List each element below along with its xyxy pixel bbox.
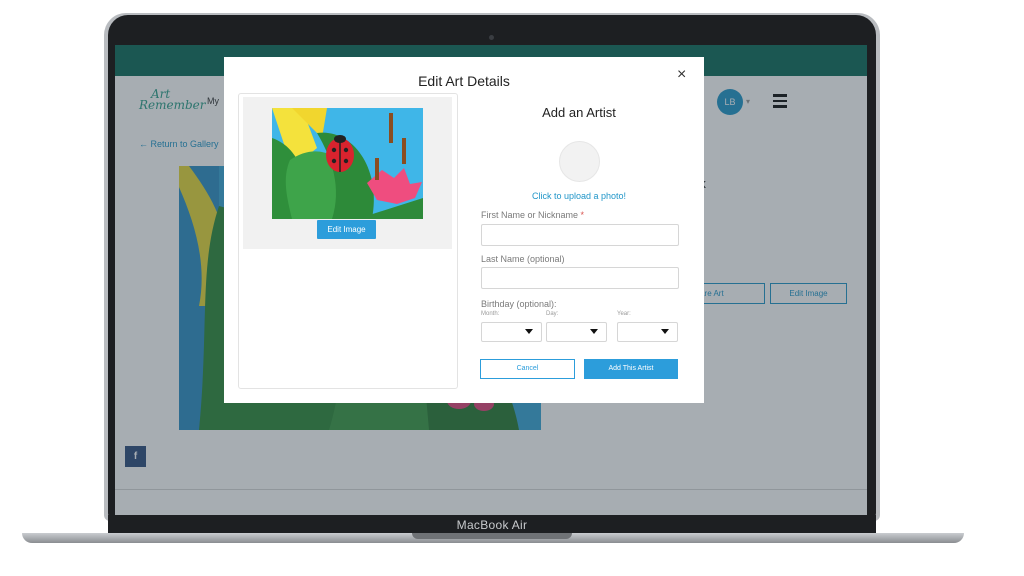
add-artist-heading: Add an Artist xyxy=(542,105,616,120)
close-icon[interactable]: × xyxy=(677,66,686,84)
year-label: Year: xyxy=(617,311,631,317)
birthday-label: Birthday (optional): xyxy=(481,299,557,309)
caret-down-icon xyxy=(590,329,598,334)
edit-art-modal: Edit Art Details × Edit Image Add an Art… xyxy=(224,57,704,403)
required-marker: * xyxy=(580,210,585,220)
laptop-screen: Art Remember My LB ▾ ← Return to Gallery… xyxy=(115,45,867,515)
last-name-field[interactable] xyxy=(481,267,679,289)
month-select[interactable] xyxy=(481,322,542,342)
cancel-button[interactable]: Cancel xyxy=(480,359,575,379)
add-artist-button[interactable]: Add This Artist xyxy=(584,359,678,379)
artist-photo-placeholder[interactable] xyxy=(559,141,600,182)
first-name-label-text: First Name or Nickname xyxy=(481,210,579,220)
day-select[interactable] xyxy=(546,322,607,342)
first-name-field[interactable] xyxy=(481,224,679,246)
laptop-notch xyxy=(412,533,572,539)
first-name-label: First Name or Nickname * xyxy=(481,210,584,220)
day-label: Day: xyxy=(546,311,559,317)
artwork-thumbnail xyxy=(272,108,423,219)
modal-title: Edit Art Details xyxy=(418,73,510,89)
device-label: MacBook Air xyxy=(456,518,528,532)
edit-image-button[interactable]: Edit Image xyxy=(317,220,376,239)
month-label: Month: xyxy=(481,311,500,317)
caret-down-icon xyxy=(661,329,669,334)
camera-icon xyxy=(489,35,494,40)
upload-photo-link[interactable]: Click to upload a photo! xyxy=(480,191,678,201)
year-select[interactable] xyxy=(617,322,678,342)
last-name-label: Last Name (optional) xyxy=(481,254,565,264)
caret-down-icon xyxy=(525,329,533,334)
